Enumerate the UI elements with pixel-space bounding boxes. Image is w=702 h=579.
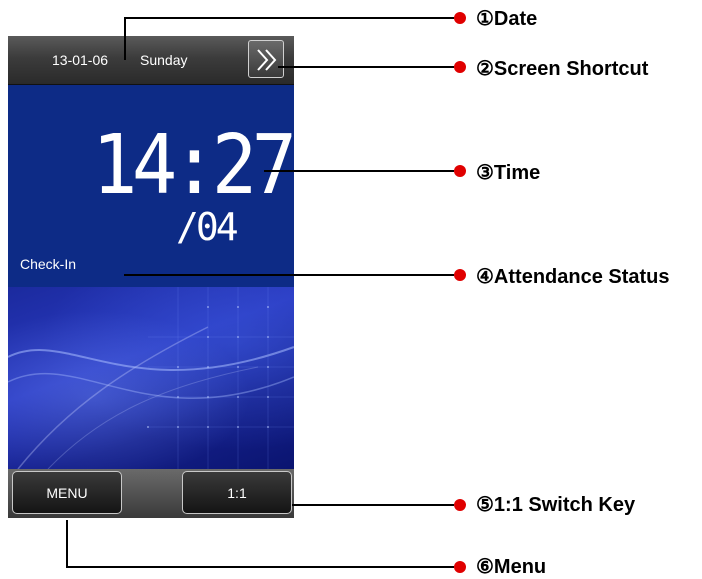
- time-display: 14:27: [92, 118, 297, 213]
- attendance-status: Check-In: [20, 256, 77, 272]
- wallpaper: [8, 287, 294, 469]
- shortcut-callout-label: ②Screen Shortcut: [476, 58, 649, 80]
- screen-shortcut-button[interactable]: [248, 40, 284, 78]
- menu-callout-label: ⑥Menu: [476, 556, 547, 578]
- menu-callout-dot: [454, 561, 466, 573]
- date-callout-line-vertical: [124, 18, 126, 60]
- status-callout-label: ④Attendance Status: [476, 266, 670, 288]
- device-screen: 13-01-06 Sunday 14:27 /04 Check-In MENU …: [8, 36, 297, 518]
- switch-1-1-button[interactable]: 1:1: [182, 471, 292, 514]
- date-callout-dot: [454, 12, 466, 24]
- menu-button[interactable]: MENU: [12, 471, 122, 514]
- double-chevron-right-icon: [257, 49, 277, 71]
- time-callout-line: [264, 170, 454, 172]
- time-callout-dot: [454, 165, 466, 177]
- switch-callout-line: [292, 504, 454, 506]
- shortcut-callout-line: [278, 66, 454, 68]
- status-callout-line: [124, 274, 454, 276]
- date-callout-line: [124, 17, 454, 19]
- time-callout-label: ③Time: [476, 162, 541, 184]
- status-callout-dot: [454, 269, 466, 281]
- bottom-bar: MENU 1:1: [8, 469, 294, 518]
- clock-panel: 14:27 /04 Check-In: [8, 85, 297, 287]
- seconds-display: /04: [176, 205, 239, 249]
- shortcut-callout-dot: [454, 61, 466, 73]
- day-label: Sunday: [140, 52, 188, 68]
- switch-callout-dot: [454, 499, 466, 511]
- date-label: 13-01-06: [52, 52, 109, 68]
- switch-callout-label: ⑤1:1 Switch Key: [476, 494, 636, 516]
- date-callout-label: ①Date: [476, 8, 538, 30]
- menu-callout-line: [66, 566, 454, 568]
- menu-callout-line-vertical: [66, 520, 68, 568]
- wallpaper-art: [8, 287, 294, 469]
- top-bar: 13-01-06 Sunday: [8, 36, 294, 85]
